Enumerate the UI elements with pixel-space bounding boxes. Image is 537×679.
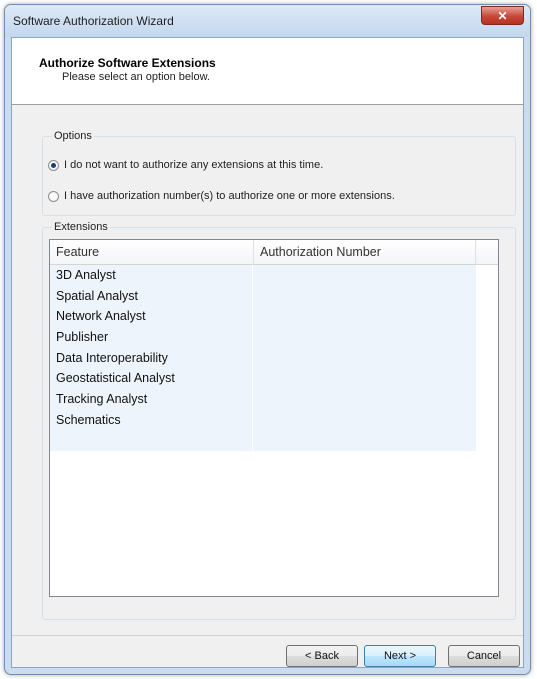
table-row[interactable]: Tracking Analyst xyxy=(50,389,476,410)
footer-divider xyxy=(12,635,523,636)
feature-cell xyxy=(50,430,253,452)
radio-have-authorization-indicator[interactable] xyxy=(48,190,59,202)
authorization-number-cell[interactable] xyxy=(253,347,476,369)
feature-cell: Publisher xyxy=(50,327,253,348)
feature-cell: Tracking Analyst xyxy=(50,389,253,410)
column-header-authorization-number[interactable]: Authorization Number xyxy=(254,240,476,264)
authorization-number-cell[interactable] xyxy=(253,285,476,307)
wizard-header: Authorize Software Extensions Please sel… xyxy=(12,38,523,105)
table-row[interactable]: Geostatistical Analyst xyxy=(50,368,476,390)
page-subtitle: Please select an option below. xyxy=(62,71,210,83)
close-icon: ✕ xyxy=(497,8,508,23)
table-row[interactable]: Data Interoperability xyxy=(50,347,476,369)
table-row[interactable]: 3D Analyst xyxy=(50,265,476,286)
options-group xyxy=(42,136,516,216)
radio-have-authorization[interactable]: I have authorization number(s) to author… xyxy=(48,190,395,202)
column-header-filler xyxy=(476,240,498,264)
table-row[interactable]: Network Analyst xyxy=(50,306,476,328)
list-rows: 3D Analyst Spatial Analyst Network Analy… xyxy=(50,265,476,452)
table-row[interactable]: Publisher xyxy=(50,327,476,348)
feature-cell: 3D Analyst xyxy=(50,265,253,286)
table-row[interactable] xyxy=(50,430,476,452)
feature-cell: Spatial Analyst xyxy=(50,285,253,307)
table-row[interactable]: Schematics xyxy=(50,409,476,431)
list-header: Feature Authorization Number xyxy=(50,240,498,265)
title-bar[interactable]: Software Authorization Wizard ✕ xyxy=(5,5,530,37)
page-title: Authorize Software Extensions xyxy=(39,56,216,70)
window-title: Software Authorization Wizard xyxy=(13,14,174,28)
radio-have-authorization-label: I have authorization number(s) to author… xyxy=(64,190,395,202)
authorization-number-cell[interactable] xyxy=(253,430,476,452)
next-button[interactable]: Next > xyxy=(364,645,436,667)
authorization-number-cell[interactable] xyxy=(253,368,476,390)
feature-cell: Geostatistical Analyst xyxy=(50,368,253,390)
authorization-number-cell[interactable] xyxy=(253,409,476,431)
radio-no-authorize[interactable]: I do not want to authorize any extension… xyxy=(48,159,323,171)
authorization-number-cell[interactable] xyxy=(253,265,476,286)
wizard-body: Authorize Software Extensions Please sel… xyxy=(11,37,524,668)
radio-no-authorize-indicator[interactable] xyxy=(48,159,59,171)
authorization-number-cell[interactable] xyxy=(253,327,476,348)
options-group-label: Options xyxy=(52,130,94,142)
extensions-list[interactable]: Feature Authorization Number 3D Analyst … xyxy=(49,239,499,597)
feature-cell: Data Interoperability xyxy=(50,347,253,369)
cancel-button[interactable]: Cancel xyxy=(448,645,520,667)
authorization-number-cell[interactable] xyxy=(253,306,476,328)
extensions-group-label: Extensions xyxy=(52,221,110,233)
close-button[interactable]: ✕ xyxy=(481,6,524,25)
back-button[interactable]: < Back xyxy=(286,645,358,667)
column-header-feature[interactable]: Feature xyxy=(50,240,254,264)
feature-cell: Network Analyst xyxy=(50,306,253,328)
wizard-window: Software Authorization Wizard ✕ Authoriz… xyxy=(4,4,531,675)
authorization-number-cell[interactable] xyxy=(253,389,476,410)
table-row[interactable]: Spatial Analyst xyxy=(50,285,476,307)
feature-cell: Schematics xyxy=(50,409,253,431)
radio-no-authorize-label: I do not want to authorize any extension… xyxy=(64,159,324,171)
